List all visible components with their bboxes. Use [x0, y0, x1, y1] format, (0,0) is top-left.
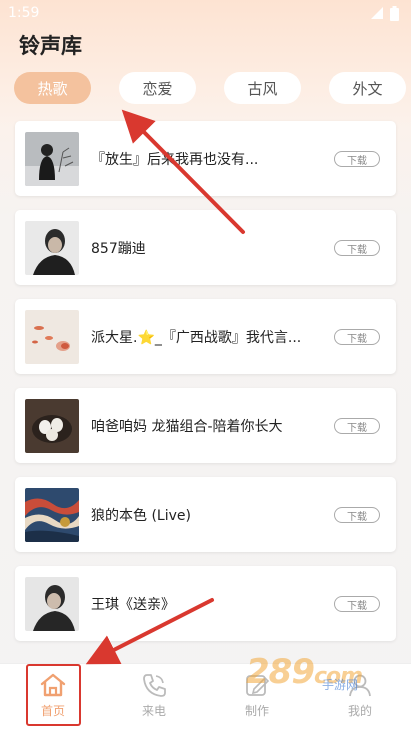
song-thumbnail [25, 220, 79, 275]
list-item[interactable]: 咱爸咱妈 龙猫组合-陪着你长大 下载 [15, 388, 396, 463]
page-title: 铃声库 [19, 34, 82, 58]
nav-label: 我的 [347, 704, 372, 718]
tab-foreign[interactable]: 外文 [329, 72, 406, 104]
category-tabs: 热歌 恋爱 古风 外文 [0, 72, 411, 106]
battery-icon [390, 5, 399, 21]
download-button[interactable]: 下载 [334, 240, 380, 256]
song-title: 王琪《送亲》 [91, 596, 175, 613]
song-thumbnail [25, 487, 79, 542]
song-thumbnail [25, 309, 79, 364]
status-time: 1:59 [8, 5, 40, 21]
download-button[interactable]: 下载 [334, 507, 380, 523]
nav-calls[interactable]: 来电 [124, 672, 184, 726]
list-item[interactable]: 『放生』后来我再也没有... 下载 [15, 121, 396, 196]
nav-label: 来电 [141, 704, 166, 718]
status-icons [370, 5, 399, 21]
signal-icon [371, 7, 383, 19]
song-title: 狼的本色 (Live) [91, 507, 191, 524]
download-button[interactable]: 下载 [334, 418, 380, 434]
song-title: 『放生』后来我再也没有... [91, 151, 259, 168]
tab-hot[interactable]: 热歌 [14, 72, 91, 104]
list-item[interactable]: 王琪《送亲》 下载 [15, 566, 396, 641]
tab-love[interactable]: 恋爱 [119, 72, 196, 104]
list-item[interactable]: 派大星.⭐_『广西战歌』我代言... 下载 [15, 299, 396, 374]
song-thumbnail [25, 576, 79, 631]
song-title: 咱爸咱妈 龙猫组合-陪着你长大 [91, 418, 283, 435]
nav-label: 制作 [244, 704, 269, 718]
watermark-sub: 手游网 [322, 678, 359, 692]
download-button[interactable]: 下载 [334, 151, 380, 167]
list-item[interactable]: 狼的本色 (Live) 下载 [15, 477, 396, 552]
annotation-highlight-box [26, 664, 81, 726]
song-title: 派大星.⭐_『广西战歌』我代言... [91, 329, 302, 346]
tab-ancient[interactable]: 古风 [224, 72, 301, 104]
song-thumbnail [25, 131, 79, 186]
status-bar: 1:59 [0, 0, 411, 26]
song-title: 857蹦迪 [91, 240, 146, 257]
song-thumbnail [25, 398, 79, 453]
download-button[interactable]: 下载 [334, 596, 380, 612]
download-button[interactable]: 下载 [334, 329, 380, 345]
list-item[interactable]: 857蹦迪 下载 [15, 210, 396, 285]
phone-icon [143, 674, 166, 697]
